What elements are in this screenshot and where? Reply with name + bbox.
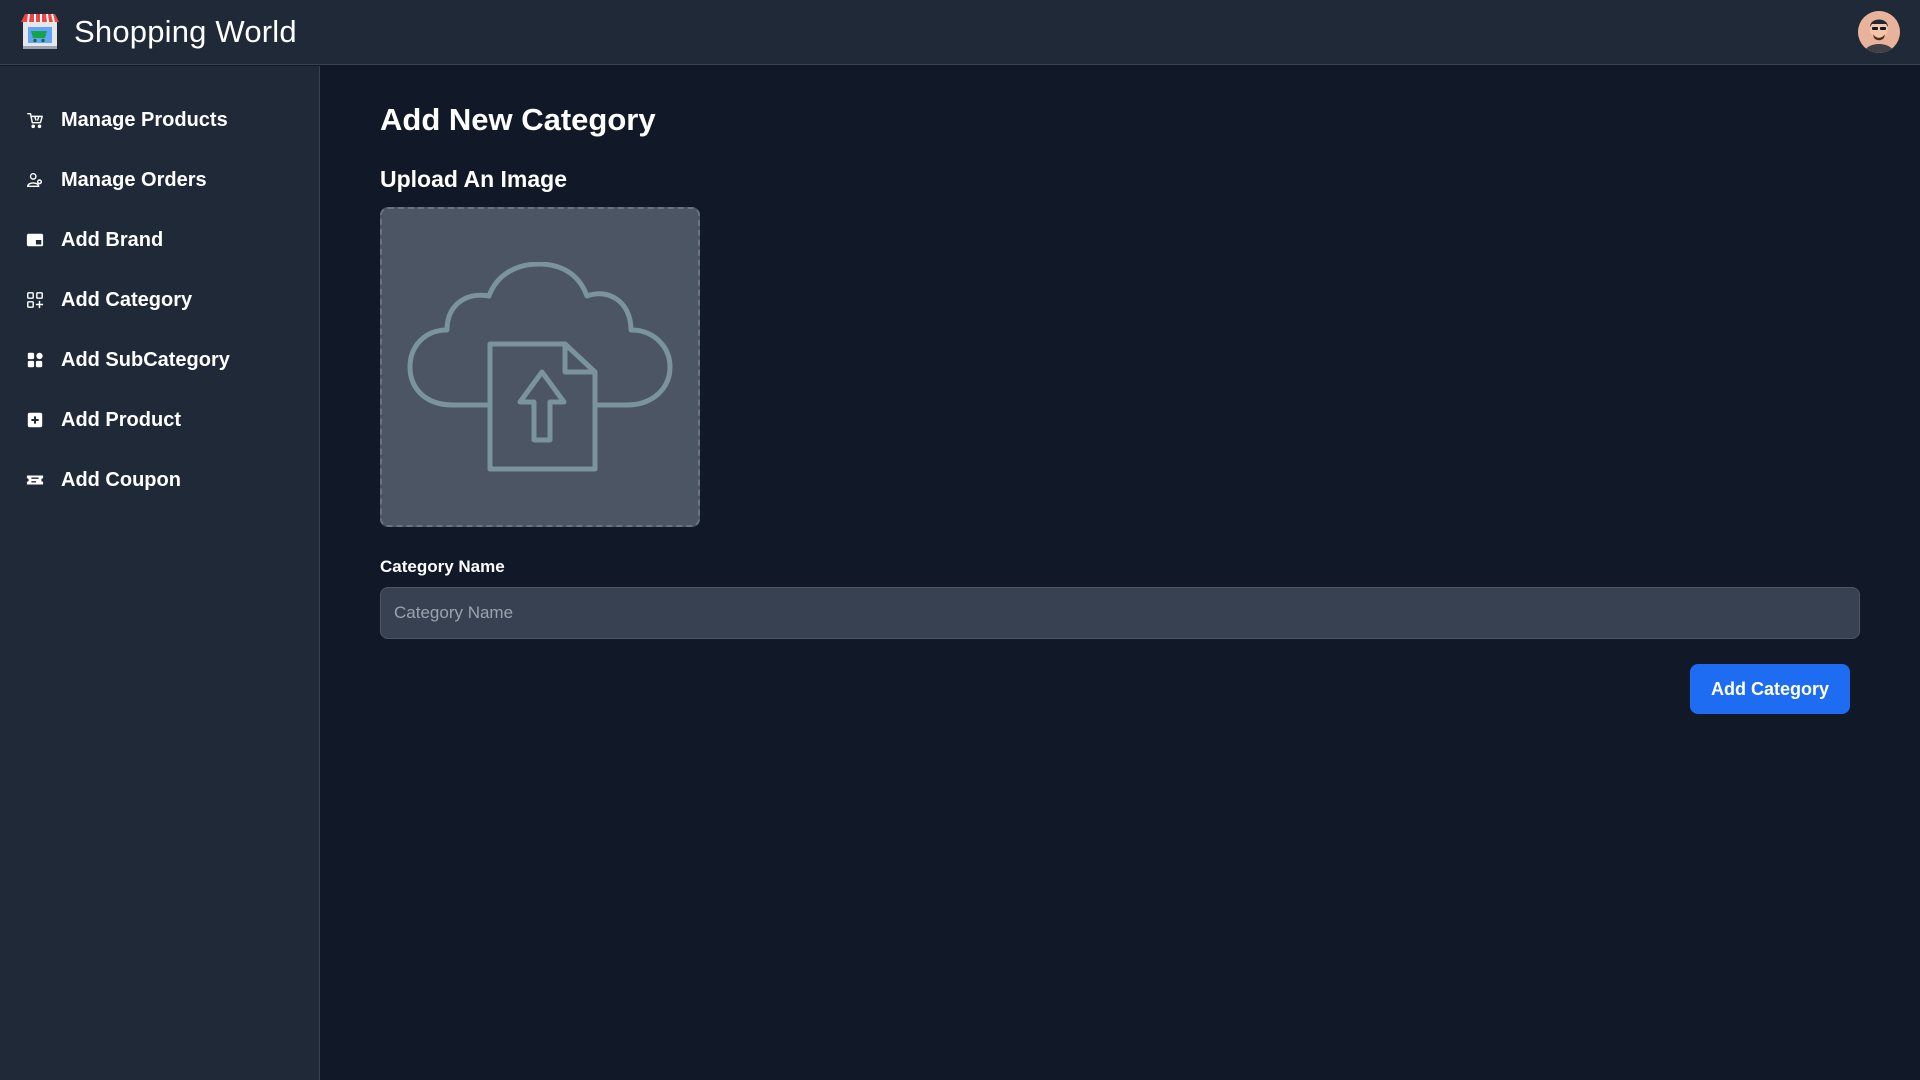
card-icon [25, 230, 45, 250]
sidebar-item-label: Manage Orders [61, 168, 207, 191]
brand[interactable]: Shopping World [20, 13, 297, 51]
image-upload-dropzone[interactable] [380, 207, 700, 527]
ticket-icon [25, 470, 45, 490]
sidebar-item-label: Add Category [61, 288, 193, 311]
cart-icon [25, 110, 45, 130]
sidebar-item-add-category[interactable]: Add Category [0, 270, 319, 330]
form-actions: Add Category [380, 664, 1860, 714]
sidebar-item-add-product[interactable]: Add Product [0, 390, 319, 450]
user-avatar[interactable] [1858, 11, 1900, 53]
app-title: Shopping World [74, 14, 297, 49]
sidebar-item-add-coupon[interactable]: Add Coupon [0, 450, 319, 510]
sidebar-item-manage-products[interactable]: Manage Products [0, 90, 319, 150]
sidebar-item-label: Add Product [61, 408, 181, 431]
upload-section-title: Upload An Image [380, 166, 567, 192]
storefront-icon [21, 13, 59, 49]
grid-plus-icon [25, 290, 45, 310]
add-category-button[interactable]: Add Category [1690, 664, 1850, 714]
main-content: Add New Category Upload An Image Categor… [380, 66, 1860, 714]
plus-square-icon [25, 410, 45, 430]
sidebar-item-add-subcategory[interactable]: Add SubCategory [0, 330, 319, 390]
sidebar-item-label: Manage Products [61, 108, 228, 131]
sidebar-item-label: Add Coupon [61, 468, 181, 491]
sidebar-item-manage-orders[interactable]: Manage Orders [0, 150, 319, 210]
sidebar: Manage Products Manage Orders Add Brand [0, 66, 320, 1080]
users-icon [25, 170, 45, 190]
sidebar-item-label: Add Brand [61, 228, 164, 251]
cloud-upload-file-icon [407, 262, 673, 472]
sidebar-item-add-brand[interactable]: Add Brand [0, 210, 319, 270]
sidebar-item-label: Add SubCategory [61, 348, 230, 371]
category-name-input[interactable] [380, 587, 1860, 639]
page-title: Add New Category [380, 102, 656, 137]
category-name-label: Category Name [380, 557, 505, 576]
top-navbar: Shopping World [0, 0, 1920, 65]
grid-icon [25, 350, 45, 370]
